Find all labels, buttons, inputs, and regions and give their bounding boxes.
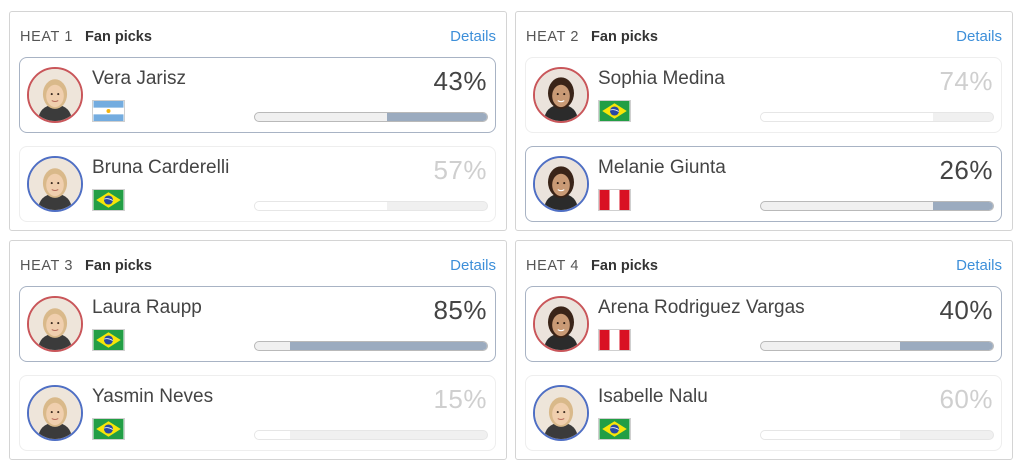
vote-progress-fill	[255, 202, 388, 210]
surfer-name: Bruna Carderelli	[92, 157, 230, 178]
heat-header: HEAT 4 Fan picks Details	[526, 255, 1002, 277]
vote-percentage: 57%	[433, 155, 487, 185]
brazil-flag-icon	[598, 418, 631, 440]
surfer-name: Arena Rodriguez Vargas	[598, 297, 805, 318]
heat-label: HEAT 1	[20, 29, 74, 45]
vote-progress-fill	[255, 431, 290, 439]
vote-progress-fill	[387, 113, 487, 121]
avatar	[533, 67, 589, 123]
vote-progress-fill	[900, 342, 993, 350]
vote-percentage: 85%	[433, 295, 487, 325]
heat-header: HEAT 1 Fan picks Details	[20, 26, 496, 48]
heat-header: HEAT 2 Fan picks Details	[526, 26, 1002, 48]
fan-picks-label: Fan picks	[591, 29, 658, 45]
surfer-name: Sophia Medina	[598, 68, 725, 89]
vote-percentage: 15%	[433, 384, 487, 414]
surfer-row[interactable]: Melanie Giunta 26%	[525, 146, 1002, 222]
vote-progress-bar	[254, 341, 488, 351]
vote-progress-bar	[254, 430, 488, 440]
details-link[interactable]: Details	[450, 28, 496, 45]
argentina-flag-icon	[92, 100, 125, 122]
avatar	[533, 296, 589, 352]
avatar	[27, 296, 83, 352]
surfer-name: Isabelle Nalu	[598, 386, 708, 407]
avatar	[27, 67, 83, 123]
vote-percentage: 43%	[433, 66, 487, 96]
surfer-name: Vera Jarisz	[92, 68, 186, 89]
fan-picks-label: Fan picks	[591, 258, 658, 274]
details-link[interactable]: Details	[956, 28, 1002, 45]
heat-label: HEAT 4	[526, 258, 580, 274]
surfer-row[interactable]: Vera Jarisz 43%	[19, 57, 496, 133]
surfer-row[interactable]: Sophia Medina 74%	[525, 57, 1002, 133]
brazil-flag-icon	[92, 329, 125, 351]
vote-progress-fill	[932, 202, 993, 210]
vote-percentage: 60%	[939, 384, 993, 414]
heat-card-3: HEAT 3 Fan picks Details Laura Raupp 85%…	[9, 240, 507, 460]
surfer-row[interactable]: Yasmin Neves 15%	[19, 375, 496, 451]
fan-picks-label: Fan picks	[85, 258, 152, 274]
surfer-name: Melanie Giunta	[598, 157, 726, 178]
peru-flag-icon	[598, 329, 631, 351]
avatar	[27, 385, 83, 441]
avatar	[533, 156, 589, 212]
vote-progress-bar	[254, 112, 488, 122]
surfer-name: Laura Raupp	[92, 297, 202, 318]
vote-progress-fill	[761, 431, 901, 439]
avatar	[27, 156, 83, 212]
heat-label: HEAT 2	[526, 29, 580, 45]
brazil-flag-icon	[92, 418, 125, 440]
heat-card-2: HEAT 2 Fan picks Details Sophia Medina 7…	[515, 11, 1013, 231]
heat-label: HEAT 3	[20, 258, 74, 274]
heat-header: HEAT 3 Fan picks Details	[20, 255, 496, 277]
vote-percentage: 26%	[939, 155, 993, 185]
vote-progress-fill	[761, 113, 933, 121]
avatar	[533, 385, 589, 441]
brazil-flag-icon	[92, 189, 125, 211]
vote-progress-bar	[760, 341, 994, 351]
vote-progress-bar	[760, 112, 994, 122]
heat-card-4: HEAT 4 Fan picks Details Arena Rodriguez…	[515, 240, 1013, 460]
fan-picks-label: Fan picks	[85, 29, 152, 45]
vote-progress-fill	[289, 342, 487, 350]
details-link[interactable]: Details	[450, 257, 496, 274]
vote-progress-bar	[760, 201, 994, 211]
vote-progress-bar	[254, 201, 488, 211]
surfer-row[interactable]: Bruna Carderelli 57%	[19, 146, 496, 222]
details-link[interactable]: Details	[956, 257, 1002, 274]
vote-percentage: 40%	[939, 295, 993, 325]
peru-flag-icon	[598, 189, 631, 211]
surfer-row[interactable]: Laura Raupp 85%	[19, 286, 496, 362]
heat-card-1: HEAT 1 Fan picks Details Vera Jarisz 43%…	[9, 11, 507, 231]
surfer-row[interactable]: Isabelle Nalu 60%	[525, 375, 1002, 451]
surfer-name: Yasmin Neves	[92, 386, 214, 407]
brazil-flag-icon	[598, 100, 631, 122]
vote-progress-bar	[760, 430, 994, 440]
surfer-row[interactable]: Arena Rodriguez Vargas 40%	[525, 286, 1002, 362]
vote-percentage: 74%	[939, 66, 993, 96]
